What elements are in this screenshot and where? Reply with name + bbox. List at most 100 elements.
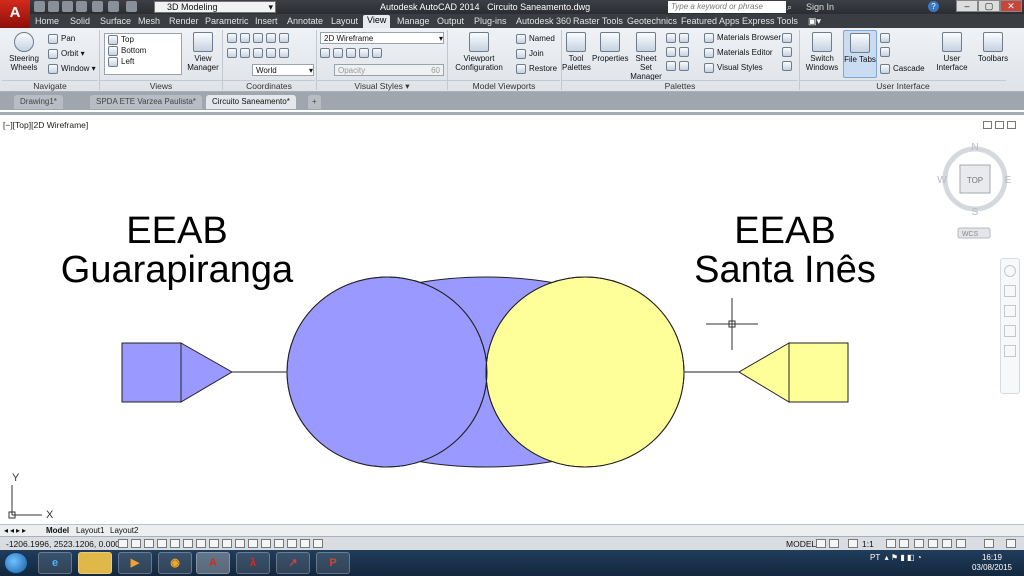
face-style-icon[interactable] [372,48,382,58]
steering-wheels-button[interactable]: Steering Wheels [6,32,42,72]
ucs-x-icon[interactable] [227,48,237,58]
opacity-slider[interactable]: Opacity 60 [334,64,444,76]
color-icon[interactable] [359,48,369,58]
autocad-taskbar-icon[interactable]: A [196,552,230,574]
tab-plug-ins[interactable]: Plug-ins [474,16,507,26]
zoom-extents-icon[interactable] [1004,305,1016,317]
ucs-object-icon[interactable] [279,33,289,43]
orbit-tool-icon[interactable] [1004,325,1016,337]
sign-in-button[interactable]: Sign In [806,2,834,12]
tab-manage[interactable]: Manage [397,16,430,26]
acrobat-icon[interactable]: λ [236,552,270,574]
close-button[interactable]: ✕ [1000,0,1022,12]
pan-button[interactable]: Pan [48,34,75,44]
shadows-icon[interactable] [333,48,343,58]
print-icon[interactable] [92,1,103,12]
sun-icon[interactable] [782,47,792,57]
command-line-icon[interactable] [679,61,689,71]
ucs-dropdown[interactable]: World ▾ [252,64,314,76]
start-button[interactable] [4,552,28,574]
pan-tool-icon[interactable] [1004,285,1016,297]
markup-icon[interactable] [679,47,689,57]
compass-west[interactable]: W [937,175,947,186]
grid-display-icon[interactable] [144,539,154,548]
tab-home[interactable]: Home [35,16,59,26]
help-icon[interactable]: ? [928,1,939,12]
tile-horizontal-icon[interactable] [880,33,890,43]
navigation-bar[interactable] [1000,258,1020,394]
edge-effects-icon[interactable] [346,48,356,58]
clock[interactable]: 16:19 03/08/2015 [970,553,1014,573]
views-list[interactable]: Top Bottom Left [104,33,182,75]
quick-properties-icon[interactable] [274,539,284,548]
file-explorer-icon[interactable] [78,552,112,574]
tab-layout1[interactable]: Layout1 [76,526,104,535]
file-tabs-button[interactable]: File Tabs [843,30,877,78]
status-menu-icon[interactable] [984,539,994,548]
view-manager-button[interactable]: View Manager [186,32,220,72]
tab-insert[interactable]: Insert [255,16,278,26]
selection-cycling-icon[interactable] [287,539,297,548]
undo-icon[interactable] [108,1,119,12]
media-player-icon[interactable]: ▶ [118,552,152,574]
visual-style-dropdown[interactable]: 2D Wireframe ▾ [320,32,444,44]
internet-explorer-icon[interactable]: e [38,552,72,574]
isolate-objects-icon[interactable] [956,539,966,548]
view-top-item[interactable]: Top [108,34,181,45]
transparency-icon[interactable] [261,539,271,548]
materials-editor-button[interactable]: Materials Editor [704,48,773,58]
ucs-icon[interactable] [227,33,237,43]
view-bottom-item[interactable]: Bottom [108,45,181,56]
annotation-visibility-icon[interactable] [886,539,896,548]
save-icon[interactable] [62,1,73,12]
dynamic-input-icon[interactable] [235,539,245,548]
tab-render[interactable]: Render [169,16,199,26]
tab-autodesk-360[interactable]: Autodesk 360 [516,16,571,26]
ucs-y-icon[interactable] [240,48,250,58]
xray-icon[interactable] [320,48,330,58]
save-as-icon[interactable] [76,1,87,12]
lights-icon[interactable] [782,33,792,43]
tab-raster-tools[interactable]: Raster Tools [573,16,623,26]
layers-icon[interactable] [666,33,676,43]
join-viewports-button[interactable]: Join [516,49,544,59]
minimize-button[interactable]: – [956,0,978,12]
orbit-button[interactable]: Orbit ▾ [48,49,85,59]
workspace-dropdown[interactable]: 3D Modeling ▾ [154,1,276,13]
render-icon[interactable] [782,61,792,71]
language-indicator[interactable]: PT [870,553,880,562]
quick-view-drawings-icon[interactable] [829,539,839,548]
ucs-z-icon[interactable] [253,48,263,58]
doc-tab-drawing1[interactable]: Drawing1* [14,95,63,109]
object-snap-tracking-icon[interactable] [209,539,219,548]
doc-tab-circuito[interactable]: Circuito Saneamento* [206,95,296,109]
tab-featured-apps[interactable]: Featured Apps [681,16,740,26]
clean-screen-icon[interactable] [1006,539,1016,548]
gizmo-icon[interactable] [313,539,323,548]
switch-windows-button[interactable]: Switch Windows [804,32,840,72]
toolbars-button[interactable]: Toolbars [975,32,1011,63]
workspace-switching-icon[interactable] [914,539,924,548]
annotation-monitor-icon[interactable] [300,539,310,548]
tab-view[interactable]: View [363,15,391,28]
tab-surface[interactable]: Surface [100,16,131,26]
redo-icon[interactable] [126,1,137,12]
tab-output[interactable]: Output [437,16,464,26]
office-app-icon[interactable]: ◉ [158,552,192,574]
hardware-acceleration-icon[interactable] [942,539,952,548]
annotation-scale-icon[interactable] [848,539,858,548]
tab-annotate[interactable]: Annotate [287,16,323,26]
powerpoint-icon[interactable]: P [316,552,350,574]
maximize-button[interactable]: ▢ [978,0,1000,12]
compass-north[interactable]: N [971,142,978,153]
tab-layout[interactable]: Layout [331,16,358,26]
infer-constraints-icon[interactable] [118,539,128,548]
ucs-world-icon[interactable] [240,33,250,43]
lock-icon[interactable] [928,539,938,548]
binoculars-icon[interactable]: ⌕ [787,2,792,13]
compass-south[interactable]: S [972,207,979,218]
tab-model[interactable]: Model [46,526,69,535]
3d-object-snap-icon[interactable] [196,539,206,548]
materials-browser-button[interactable]: Materials Browser [704,33,781,43]
restore-viewports-button[interactable]: Restore [516,64,557,74]
